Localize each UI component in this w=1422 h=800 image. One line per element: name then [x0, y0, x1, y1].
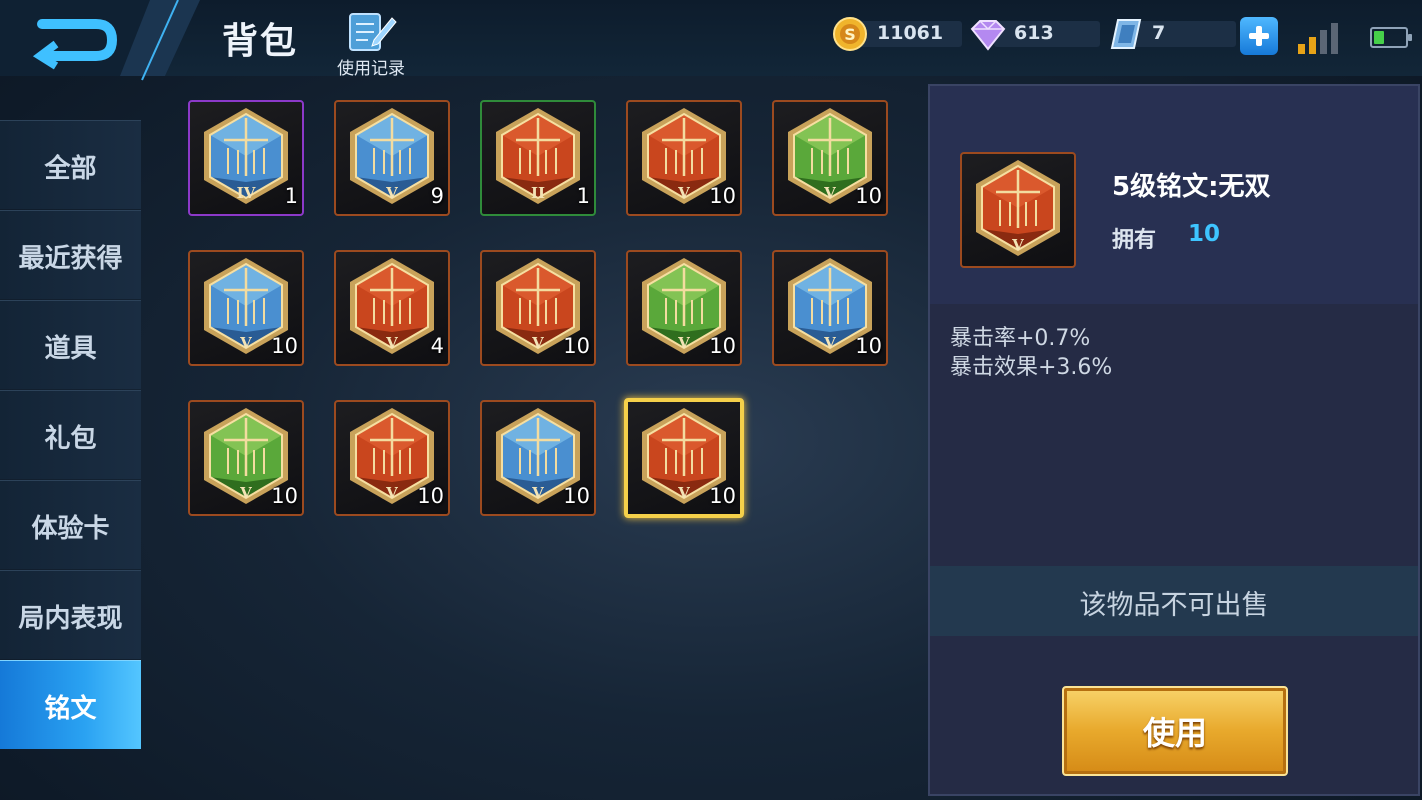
inscription-slot[interactable]: V4	[334, 250, 450, 366]
sidebar-item-props[interactable]: 道具	[0, 300, 141, 389]
use-button[interactable]: 使用	[1062, 686, 1288, 776]
item-quantity: 1	[576, 184, 590, 208]
gold-counter: S 11061	[832, 17, 962, 51]
item-quantity: 10	[709, 184, 736, 208]
inscription-slot[interactable]: V 10	[480, 400, 596, 516]
page-title: 背包	[222, 21, 299, 62]
inscription-slot[interactable]: V9	[334, 100, 450, 216]
add-currency-button[interactable]	[1240, 17, 1278, 55]
stat-line: 暴击率+0.7%	[950, 326, 1091, 351]
sidebar-item-all[interactable]: 全部	[0, 120, 141, 209]
sidebar-item-label: 全部	[44, 154, 97, 184]
item-quantity: 10	[709, 334, 736, 358]
own-label: 拥有	[1112, 228, 1157, 253]
sidebar-item-label: 最近获得	[18, 244, 123, 274]
diamond-counter: 613	[968, 18, 1100, 51]
sidebar-item-inscription[interactable]: 铭文	[0, 660, 141, 749]
sidebar-item-in-game-performance[interactable]: 局内表现	[0, 570, 141, 659]
sidebar-item-recent[interactable]: 最近获得	[0, 210, 141, 299]
diamond-icon	[970, 20, 1006, 51]
category-sidebar: 全部 最近获得 道具 礼包 体验卡 局内表现 铭文	[0, 84, 141, 800]
item-quantity: 10	[271, 334, 298, 358]
inscription-slot-selected[interactable]: V 10	[624, 398, 744, 518]
top-bar: 背包 使用记录 S 11061 613 7	[0, 0, 1422, 81]
item-quantity: 10	[855, 184, 882, 208]
voucher-counter: 7	[1108, 18, 1236, 50]
item-quantity: 10	[855, 334, 882, 358]
inscription-slot[interactable]: V 10	[334, 400, 450, 516]
stat-list: 暴击率+0.7% 暴击效果+3.6%	[950, 324, 1112, 382]
inscription-slot[interactable]: V 10	[480, 250, 596, 366]
gold-coin-icon: S	[833, 17, 867, 51]
gold-value: 11061	[877, 22, 944, 44]
back-button[interactable]	[0, 0, 200, 84]
detail-level-numeral: V	[1012, 236, 1024, 254]
item-quantity: 10	[417, 484, 444, 508]
inscription-slot[interactable]: IV 1	[188, 100, 304, 216]
svg-text:S: S	[844, 25, 856, 44]
use-button-label: 使用	[1142, 714, 1207, 752]
battery-icon	[1370, 27, 1412, 48]
own-value: 10	[1188, 221, 1221, 247]
sidebar-item-label: 道具	[44, 334, 97, 364]
detail-header: V 5级铭文:无双 拥有 10	[930, 86, 1418, 304]
item-quantity: 10	[709, 484, 736, 508]
inscription-slot[interactable]: V 10	[772, 250, 888, 366]
inscription-slot[interactable]: V 10	[188, 400, 304, 516]
item-quantity: 10	[563, 334, 590, 358]
item-quantity: 1	[284, 184, 298, 208]
item-detail-panel: V 5级铭文:无双 拥有 10 暴击率+0.7% 暴击效果+3.6% 该物品不可…	[928, 84, 1420, 796]
item-quantity: 10	[563, 484, 590, 508]
item-quantity: 9	[430, 184, 444, 208]
notebook-pen-icon	[349, 13, 397, 51]
voucher-value: 7	[1152, 22, 1166, 44]
stat-line: 暴击效果+3.6%	[950, 355, 1113, 380]
sidebar-item-gift-pack[interactable]: 礼包	[0, 390, 141, 479]
usage-log-button[interactable]: 使用记录	[330, 6, 412, 79]
inscription-slot[interactable]: V 10	[772, 100, 888, 216]
sidebar-item-label: 礼包	[44, 424, 97, 454]
sidebar-item-label: 体验卡	[31, 514, 110, 544]
diamond-value: 613	[1014, 22, 1054, 44]
inscription-slot[interactable]: II 1	[480, 100, 596, 216]
back-arrow-icon	[0, 0, 200, 81]
item-quantity: 10	[271, 484, 298, 508]
usage-log-label: 使用记录	[337, 59, 405, 79]
sidebar-item-label: 铭文	[44, 694, 97, 724]
inscription-slot[interactable]: V 10	[626, 100, 742, 216]
inscription-slot[interactable]: V 10	[188, 250, 304, 366]
item-quantity: 4	[430, 334, 444, 358]
signal-strength-icon	[1298, 22, 1338, 54]
sidebar-item-label: 局内表现	[18, 604, 123, 634]
detail-item-icon: V	[960, 152, 1076, 268]
inscription-grid: IV 1 V 9 II 1 V 10 V 10 V 10 V 4 V 10 V 10 V 10 V 10 V 10 V 10 V 10	[148, 84, 924, 800]
not-sellable-notice: 该物品不可出售	[930, 566, 1418, 636]
notice-text: 该物品不可出售	[1079, 590, 1269, 621]
inscription-slot[interactable]: V 10	[626, 250, 742, 366]
item-name: 5级铭文:无双	[1112, 172, 1271, 202]
sidebar-item-trial-card[interactable]: 体验卡	[0, 480, 141, 569]
voucher-card-icon	[1110, 19, 1142, 49]
